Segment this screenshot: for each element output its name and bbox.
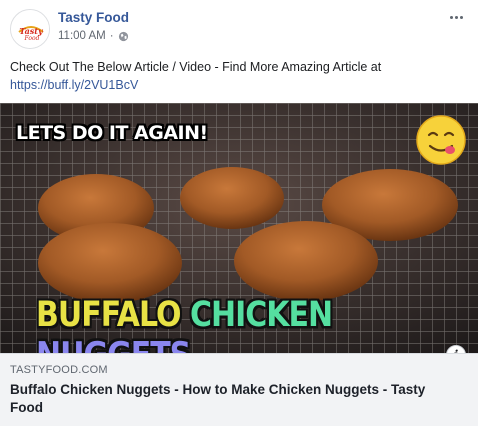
link-title[interactable]: Buffalo Chicken Nuggets - How to Make Ch… <box>10 381 460 417</box>
post-text: Check Out The Below Article / Video - Fi… <box>10 58 466 94</box>
overlay-word-buffalo: BUFFALO <box>36 295 182 336</box>
globe-icon[interactable] <box>118 31 129 42</box>
post-link[interactable]: https://buff.ly/2VU1BcV <box>10 78 138 92</box>
overlay-word-chicken: CHICKEN <box>190 295 333 336</box>
post-header: Tasty Food Tasty Food 11:00 AM · <box>0 0 478 52</box>
svg-text:Food: Food <box>24 35 40 42</box>
page-name-link[interactable]: Tasty Food <box>58 10 129 25</box>
more-options-icon[interactable] <box>446 10 466 24</box>
facebook-post: Tasty Food Tasty Food 11:00 AM · Check O… <box>0 0 478 426</box>
post-timestamp[interactable]: 11:00 AM <box>58 30 106 42</box>
post-meta: 11:00 AM · <box>58 30 129 42</box>
tasty-food-logo: Tasty Food <box>11 10 49 48</box>
link-preview[interactable]: TASTYFOOD.COM Buffalo Chicken Nuggets - … <box>0 353 478 426</box>
page-avatar[interactable]: Tasty Food <box>10 9 50 49</box>
post-text-line: Check Out The Below Article / Video - Fi… <box>10 60 382 74</box>
link-domain: TASTYFOOD.COM <box>10 364 108 376</box>
overlay-top-text: LETS DO IT AGAIN! <box>16 122 208 144</box>
meta-separator: · <box>109 30 114 42</box>
yum-face-emoji-icon <box>416 115 466 165</box>
